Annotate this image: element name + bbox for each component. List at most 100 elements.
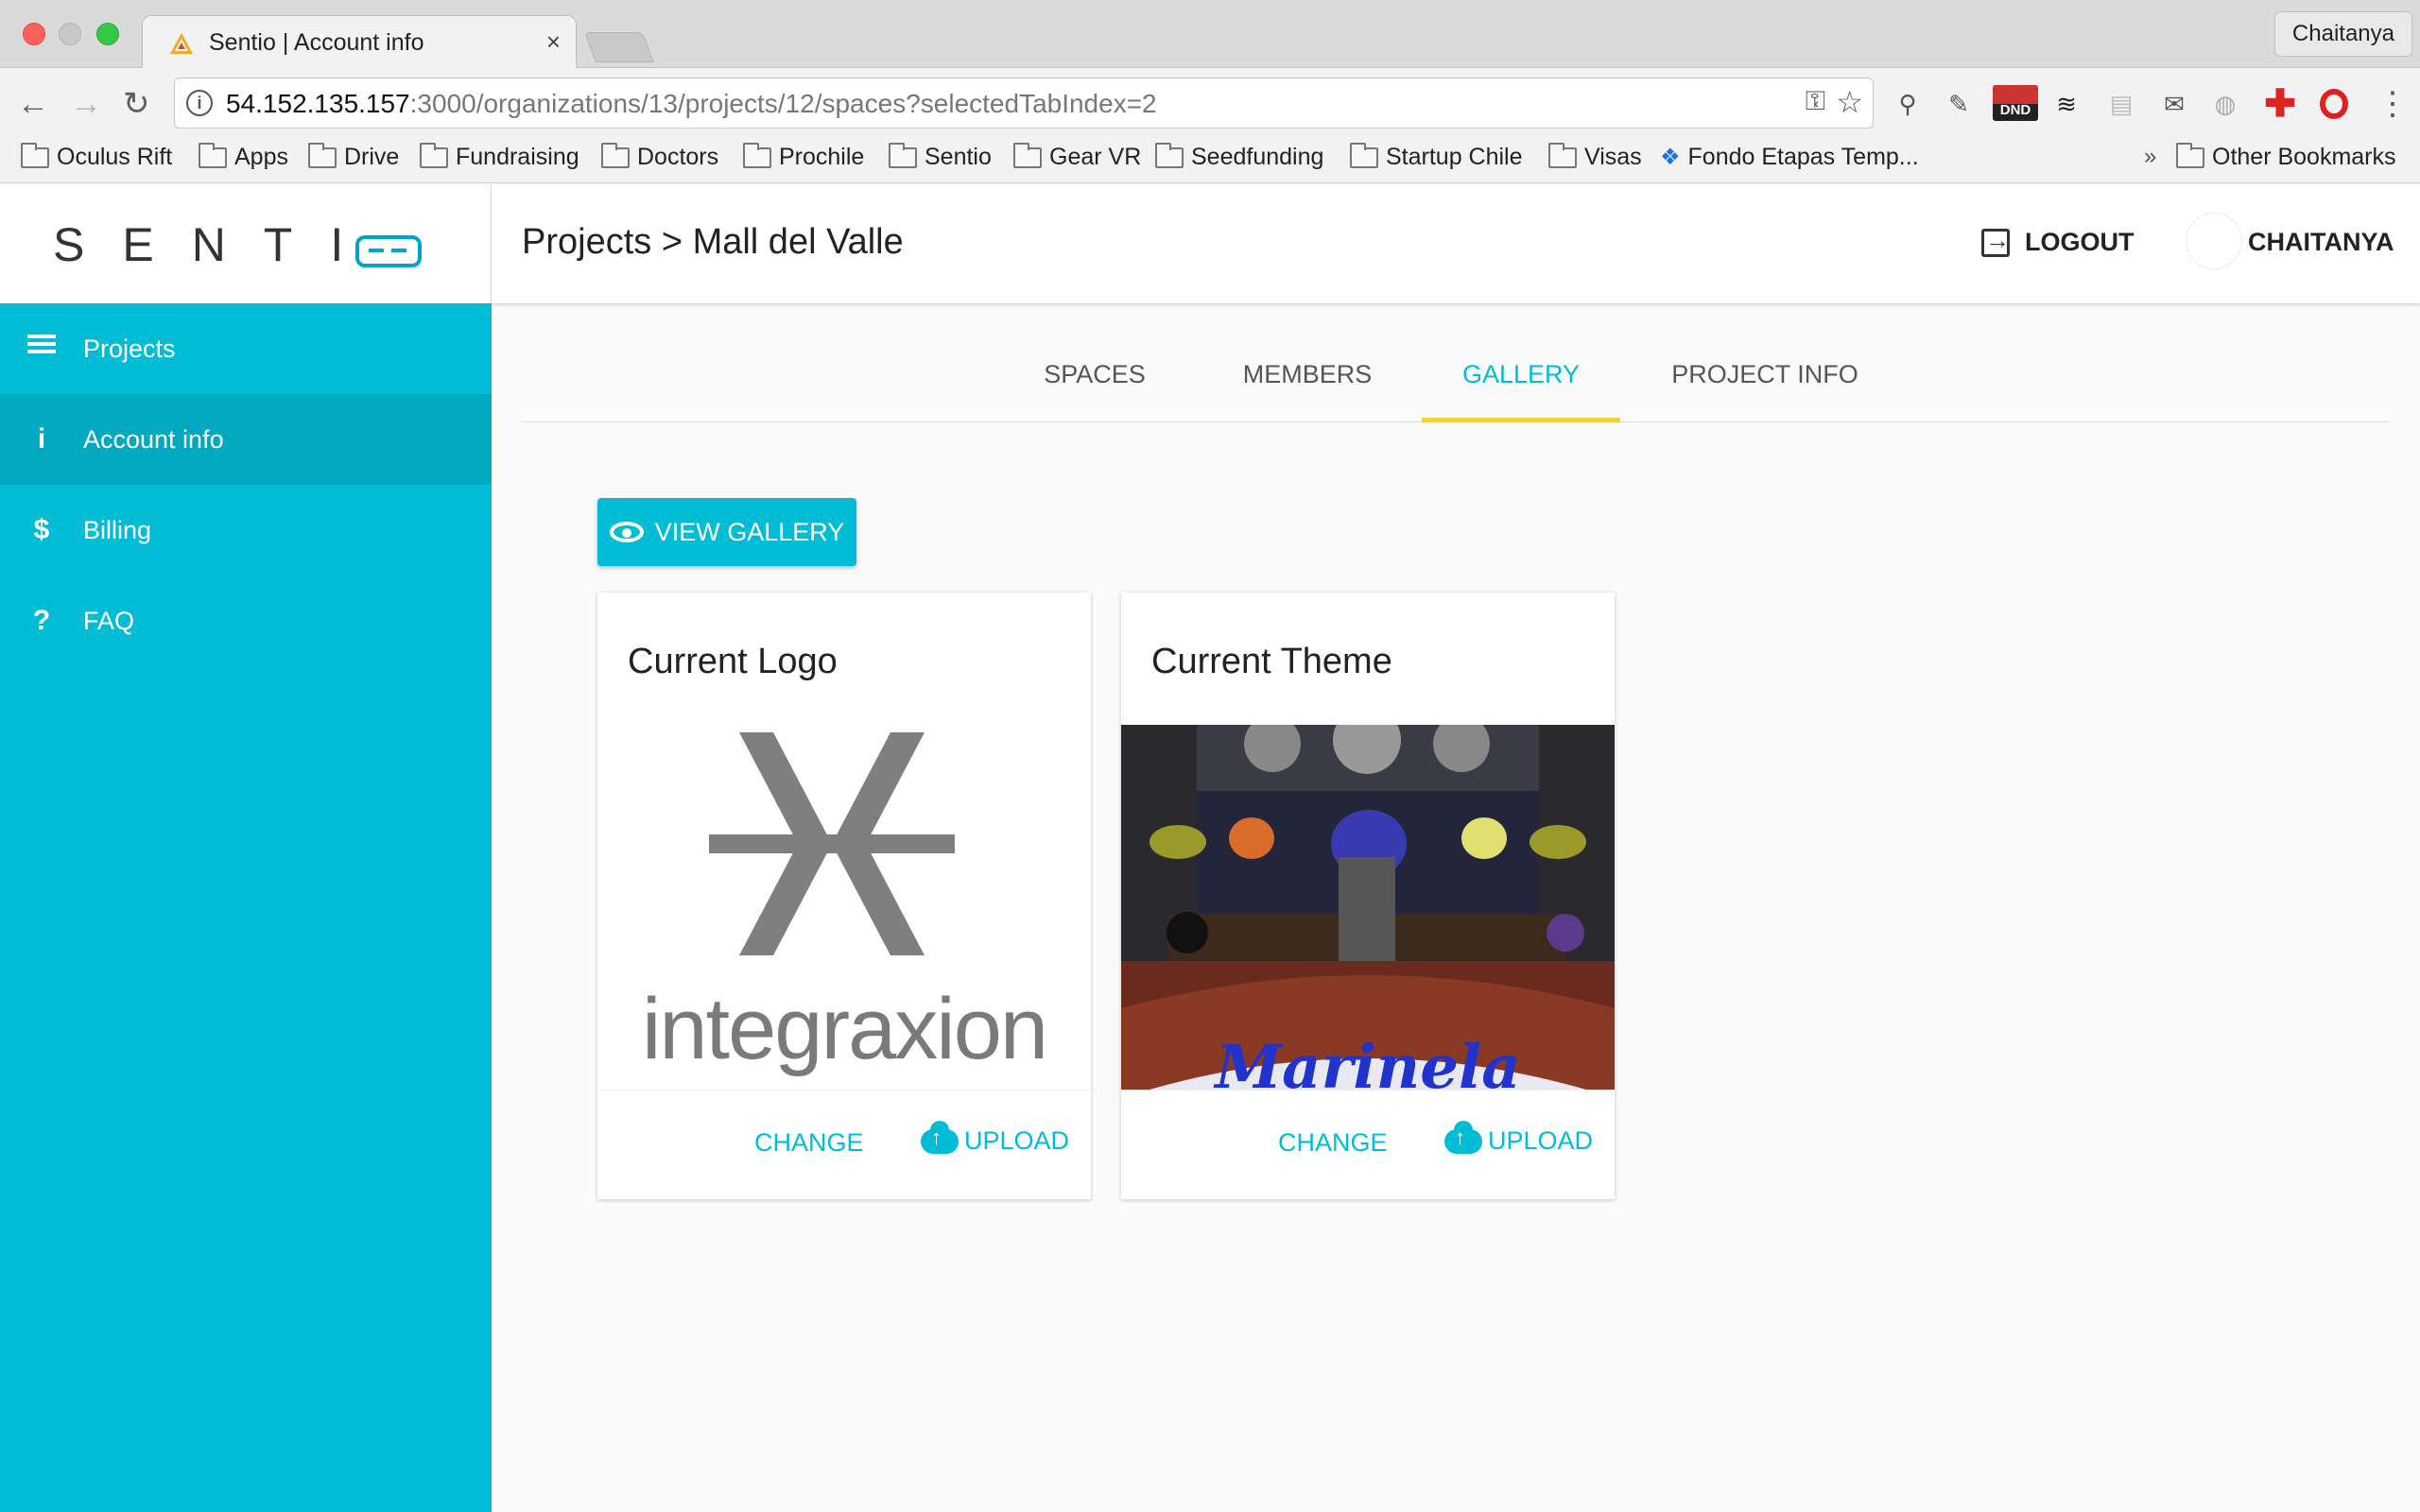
sidebar-item-label: Projects: [83, 334, 176, 363]
bookmarks-bar: Oculus Rift Apps Drive Fundraising Docto…: [0, 140, 2420, 183]
dollar-icon: $: [33, 514, 50, 545]
bookmark-folder[interactable]: Fundraising: [420, 142, 579, 171]
logout-label: LOGOUT: [2025, 228, 2135, 256]
bookmark-folder[interactable]: Apps: [199, 142, 288, 171]
card-title: Current Logo: [628, 642, 838, 681]
bookmark-folder[interactable]: Seedfunding: [1155, 142, 1323, 171]
sidebar-item-account-info[interactable]: i Account info: [0, 394, 492, 485]
sidebar: SENTI Projects i Account info $ Billing …: [0, 184, 492, 1512]
current-logo-card: Current Logo integraxion CHANGE UPLOAD: [597, 593, 1091, 1199]
brand-wordmark: SENTI: [53, 218, 382, 271]
address-bar[interactable]: i 54.152.135.157:3000/organizations/13/p…: [174, 77, 1874, 129]
bookmark-folder[interactable]: Visas: [1548, 142, 1642, 171]
diamond-link-icon: ❖: [1660, 145, 1681, 170]
profile-button[interactable]: Chaitanya: [2273, 11, 2412, 57]
forward-arrow-icon[interactable]: →: [70, 85, 102, 123]
brand-logo[interactable]: SENTI: [0, 184, 492, 303]
back-arrow-icon[interactable]: ←: [17, 85, 49, 123]
logout-icon: [1981, 226, 2010, 257]
bookmark-folder-other[interactable]: Other Bookmarks: [2176, 142, 2396, 171]
question-icon: ?: [32, 605, 51, 636]
change-button[interactable]: CHANGE: [1278, 1128, 1388, 1158]
folder-icon: [308, 142, 337, 168]
folder-icon: [199, 142, 227, 168]
sidebar-item-label: Billing: [83, 515, 152, 544]
breadcrumb: Projects > Mall del Valle: [522, 222, 904, 262]
folder-icon: [2176, 142, 2204, 168]
bookmark-folder[interactable]: Gear VR: [1013, 142, 1141, 171]
theme-preview-image: Marinela: [1121, 725, 1615, 1090]
browser-menu-icon[interactable]: ⋮: [2377, 81, 2409, 127]
avatar[interactable]: [2186, 213, 2242, 269]
brand-o-glyph-icon: [355, 235, 422, 267]
tab-project-info[interactable]: PROJECT INFO: [1666, 335, 1864, 422]
info-icon: i: [37, 423, 46, 455]
sidebar-item-label: Account info: [83, 424, 224, 454]
folder-icon: [1548, 142, 1577, 168]
sidebar-item-label: FAQ: [83, 606, 135, 635]
logo-wordmark: integraxion: [641, 981, 1048, 1077]
reload-icon[interactable]: ↻: [123, 85, 150, 123]
key-icon[interactable]: ⚿: [1806, 86, 1825, 117]
tab-spaces[interactable]: SPACES: [1038, 335, 1151, 422]
bookmark-folder[interactable]: Doctors: [601, 142, 718, 171]
bookmark-folder[interactable]: Prochile: [743, 142, 864, 171]
sidebar-item-projects[interactable]: Projects: [0, 303, 492, 394]
card-title: Current Theme: [1151, 642, 1392, 681]
bookmark-folder[interactable]: Sentio: [889, 142, 992, 171]
folder-icon: [1155, 142, 1184, 168]
card-actions: CHANGE UPLOAD: [1121, 1090, 1615, 1199]
folder-icon: [889, 142, 917, 168]
folder-icon: [1350, 142, 1378, 168]
url-text[interactable]: 54.152.135.157:3000/organizations/13/pro…: [226, 89, 1157, 119]
dnd-extension-icon[interactable]: DND: [1993, 85, 2038, 121]
site-info-icon[interactable]: i: [186, 90, 213, 116]
more-bookmarks-icon[interactable]: »: [2144, 144, 2156, 170]
view-gallery-label: VIEW GALLERY: [654, 517, 845, 546]
tab-gallery[interactable]: GALLERY: [1422, 335, 1620, 422]
logout-button[interactable]: LOGOUT: [1981, 226, 2135, 257]
tab-members[interactable]: MEMBERS: [1236, 335, 1378, 422]
sidebar-item-billing[interactable]: $ Billing: [0, 485, 492, 576]
bookmark-folder[interactable]: Oculus Rift: [21, 142, 172, 171]
logo-image: integraxion: [597, 725, 1091, 1090]
folder-icon: [1013, 142, 1042, 168]
bookmark-link[interactable]: ❖ Fondo Etapas Temp...: [1660, 144, 1919, 171]
close-window-button[interactable]: [23, 23, 45, 45]
evernote-extension-icon[interactable]: ✎: [1942, 87, 1976, 121]
tab-title: Sentio | Account info: [209, 29, 424, 56]
gray-extension-icon[interactable]: ▤: [2104, 87, 2138, 121]
medical-plus-extension-icon[interactable]: ✚: [2263, 85, 2297, 123]
theme-image: Marinela: [1121, 725, 1615, 1090]
buffer-extension-icon[interactable]: ≋: [2049, 87, 2083, 121]
theme-marinela-text: Marinela: [1213, 1032, 1520, 1090]
tab-close-icon[interactable]: ×: [546, 27, 561, 57]
bookmark-folder[interactable]: Startup Chile: [1350, 142, 1523, 171]
ghost-extension-icon[interactable]: ◍: [2208, 87, 2242, 121]
browser-tab-active[interactable]: Sentio | Account info ×: [142, 15, 577, 70]
change-button[interactable]: CHANGE: [754, 1128, 864, 1158]
bookmark-star-icon[interactable]: ☆: [1836, 84, 1863, 120]
bookmark-folder[interactable]: Drive: [308, 142, 399, 171]
cloud-upload-icon: [921, 1120, 959, 1154]
user-menu[interactable]: CHAITANYA: [2248, 228, 2394, 257]
new-tab-button[interactable]: [584, 32, 654, 62]
app-root: SENTI Projects i Account info $ Billing …: [0, 184, 2420, 1512]
upload-button[interactable]: UPLOAD: [1444, 1120, 1593, 1156]
folder-icon: [420, 142, 448, 168]
maximize-window-button[interactable]: [96, 23, 119, 45]
list-icon: [0, 333, 83, 365]
browser-toolbar: ← → ↻ i 54.152.135.157:3000/organization…: [0, 68, 2420, 140]
browser-tab-strip: Sentio | Account info × Chaitanya: [0, 0, 2420, 70]
upload-button[interactable]: UPLOAD: [921, 1120, 1069, 1156]
sidebar-item-faq[interactable]: ? FAQ: [0, 576, 492, 666]
view-gallery-button[interactable]: VIEW GALLERY: [597, 498, 856, 566]
opera-extension-icon[interactable]: [2320, 89, 2348, 119]
eye-icon: [609, 522, 644, 542]
extension-puzzle-icon[interactable]: ⚲: [1891, 87, 1925, 121]
sentio-favicon-icon: [170, 33, 193, 54]
card-actions: CHANGE UPLOAD: [597, 1090, 1091, 1199]
current-theme-card: Current Theme Marinela CHANGE ↑ UPLOAD: [1121, 593, 1615, 1199]
mail-extension-icon[interactable]: ✉: [2157, 87, 2191, 121]
minimize-window-button[interactable]: [59, 23, 81, 45]
